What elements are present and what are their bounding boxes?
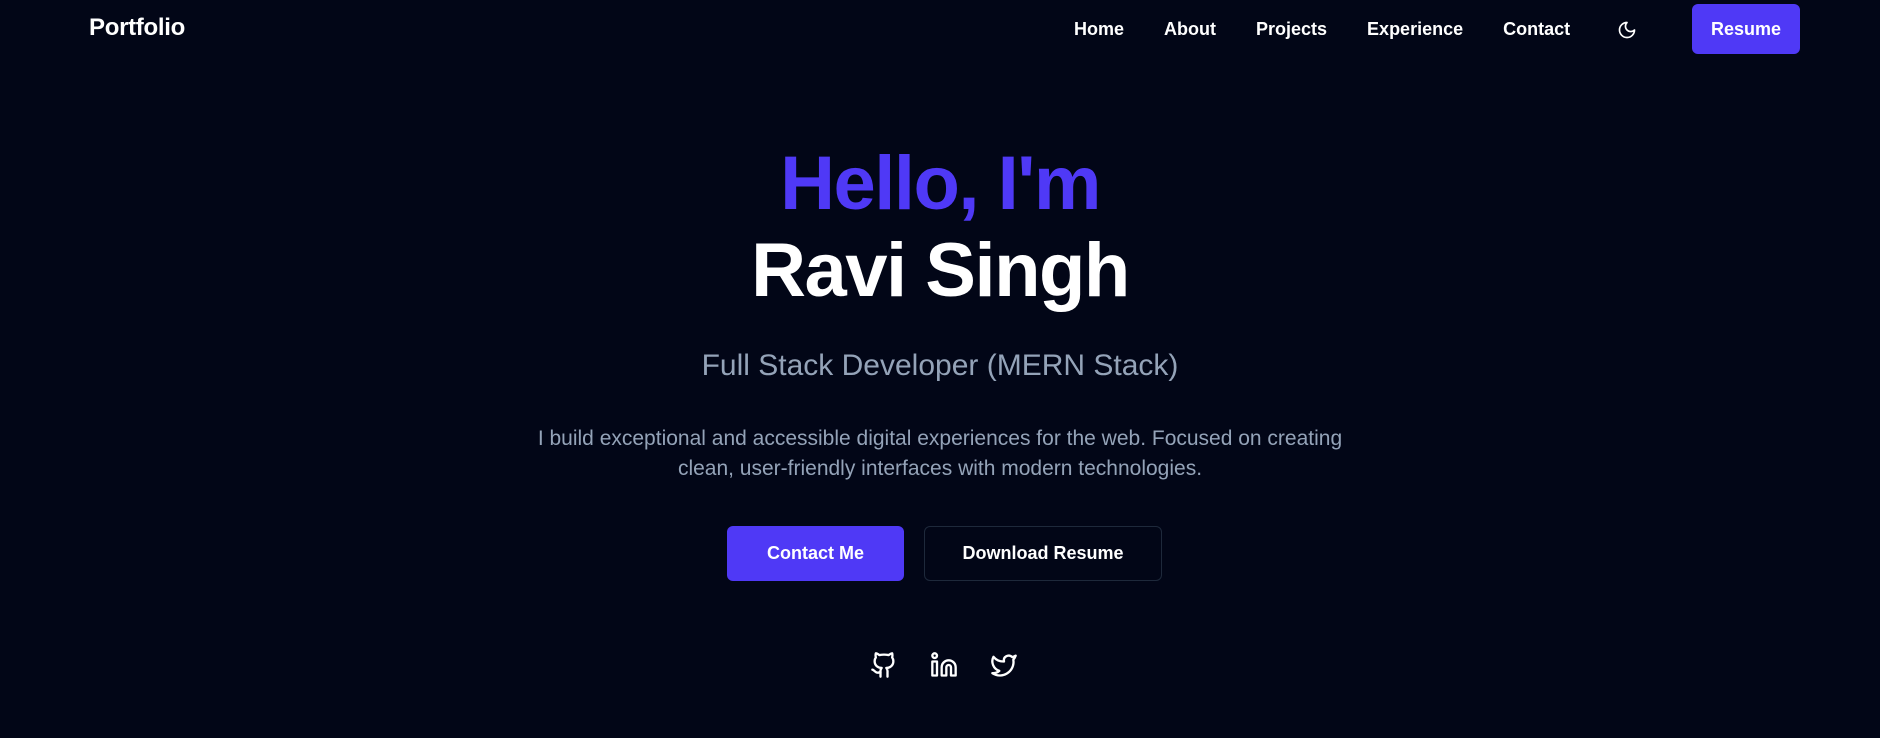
navbar: Portfolio Home About Projects Experience…: [0, 0, 1880, 58]
nav-links: Home About Projects Experience Contact: [1074, 19, 1570, 40]
nav-link-home[interactable]: Home: [1074, 19, 1124, 40]
linkedin-icon[interactable]: [929, 650, 959, 680]
download-resume-button[interactable]: Download Resume: [924, 526, 1162, 581]
github-icon[interactable]: [869, 650, 899, 680]
hero-name: Ravi Singh: [751, 228, 1130, 313]
hero-description: I build exceptional and accessible digit…: [537, 427, 1343, 480]
nav-link-projects[interactable]: Projects: [1256, 19, 1327, 40]
nav-link-experience[interactable]: Experience: [1367, 19, 1463, 40]
nav-link-about[interactable]: About: [1164, 19, 1216, 40]
hero-section: Hello, I'm Ravi Singh Full Stack Develop…: [0, 140, 1880, 484]
nav-link-contact[interactable]: Contact: [1503, 19, 1570, 40]
logo[interactable]: Portfolio: [89, 14, 185, 42]
social-links: [869, 650, 1019, 680]
contact-me-button[interactable]: Contact Me: [727, 526, 904, 581]
twitter-icon[interactable]: [989, 650, 1019, 680]
moon-icon[interactable]: [1614, 18, 1640, 42]
cta-row: Contact Me Download Resume: [727, 526, 1162, 581]
resume-button[interactable]: Resume: [1692, 4, 1800, 54]
hero-greeting: Hello, I'm: [780, 141, 1101, 226]
hero-role: Full Stack Developer (MERN Stack): [701, 349, 1179, 382]
